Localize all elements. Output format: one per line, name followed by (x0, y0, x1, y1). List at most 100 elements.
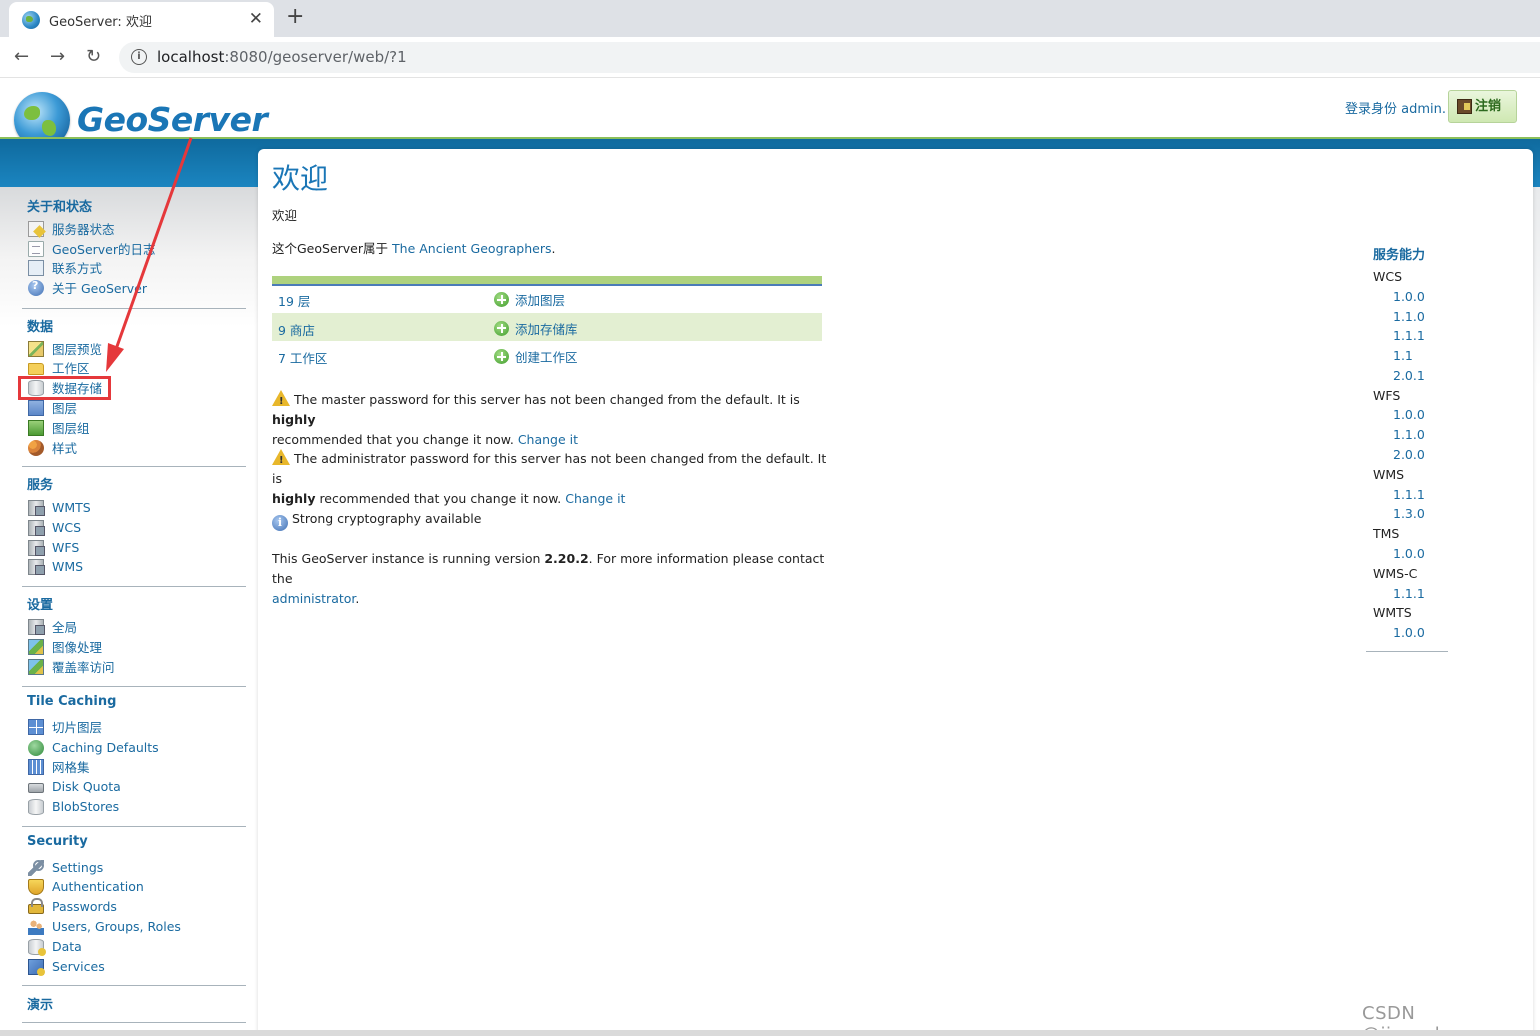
sidebar-item-layer-groups[interactable]: 图层组 (28, 418, 90, 437)
log-icon (28, 240, 44, 257)
sidebar-item-disk-quota[interactable]: Disk Quota (28, 777, 121, 796)
sidebar-item-wfs[interactable]: WFS (28, 538, 79, 557)
section-title: 设置 (27, 598, 54, 613)
sidebar-item-styles[interactable]: 样式 (28, 438, 77, 457)
layer-icon (28, 399, 44, 416)
cap-version-link[interactable]: 1.0.0 (1393, 625, 1425, 640)
site-info-icon[interactable]: i (131, 49, 147, 65)
new-tab-button[interactable]: + (286, 4, 304, 29)
cap-service-wcs: WCS (1373, 269, 1403, 284)
cap-version-link[interactable]: 1.0.0 (1393, 407, 1425, 422)
service-icon (28, 558, 45, 575)
sidebar-item-gridsets[interactable]: 网格集 (28, 757, 90, 776)
cap-service-wmsc: WMS-C (1373, 566, 1418, 581)
sidebar-item-server-status[interactable]: 服务器状态 (28, 219, 115, 238)
close-tab-icon[interactable]: ✕ (249, 9, 263, 29)
sidebar-item-users-groups-roles[interactable]: Users, Groups, Roles (28, 917, 181, 936)
sidebar-item-security-settings[interactable]: Settings (28, 858, 103, 877)
change-master-password-link[interactable]: Change it (518, 432, 578, 447)
sidebar-item-contact[interactable]: 联系方式 (28, 258, 102, 277)
style-icon (28, 439, 44, 456)
cap-version-link[interactable]: 2.0.0 (1393, 447, 1425, 462)
cap-version-link[interactable]: 1.1 (1393, 348, 1413, 363)
cap-version-link[interactable]: 1.1.0 (1393, 309, 1425, 324)
capabilities-title: 服务能力 (1373, 248, 1426, 263)
sidebar-item-coverage-access[interactable]: 覆盖率访问 (28, 657, 115, 676)
create-workspace-link[interactable]: 创建工作区 (494, 347, 578, 366)
cap-version-link[interactable]: 1.1.1 (1393, 487, 1425, 502)
sidebar-item-tile-layers[interactable]: 切片图层 (28, 717, 102, 736)
owner-line: 这个GeoServer属于 The Ancient Geographers. (272, 241, 556, 256)
service-icon (28, 539, 45, 556)
sidebar-section-settings: 设置 全局 图像处理 覆盖率访问 (22, 587, 246, 687)
back-button[interactable]: ← (14, 46, 29, 67)
section-title[interactable]: 演示 (27, 994, 53, 1013)
section-title: 关于和状态 (27, 200, 93, 215)
section-title: Tile Caching (27, 694, 117, 709)
services-security-icon (28, 958, 45, 976)
sidebar: 关于和状态 服务器状态 GeoServer的日志 联系方式 关于 GeoServ… (0, 187, 258, 1036)
summary-row-workspaces: 7 工作区 创建工作区 (272, 341, 822, 370)
gridset-icon (28, 758, 44, 775)
browser-tab[interactable]: GeoServer: 欢迎 ✕ (9, 2, 274, 37)
cap-version-link[interactable]: 1.1.1 (1393, 328, 1425, 343)
reload-button[interactable]: ↻ (86, 46, 101, 67)
cap-version-link[interactable]: 1.1.1 (1393, 586, 1425, 601)
sidebar-item-layer-preview[interactable]: 图层预览 (28, 339, 102, 358)
sidebar-item-global[interactable]: 全局 (28, 617, 77, 636)
folder-icon (28, 362, 44, 375)
sidebar-item-wcs[interactable]: WCS (28, 518, 81, 537)
wrench-icon (28, 859, 44, 876)
administrator-link[interactable]: administrator (272, 591, 355, 606)
sidebar-item-caching-defaults[interactable]: Caching Defaults (28, 738, 159, 757)
section-title: 服务 (27, 478, 54, 493)
sidebar-item-about[interactable]: 关于 GeoServer (28, 278, 147, 297)
cap-service-tms: TMS (1373, 526, 1400, 541)
sidebar-item-authentication[interactable]: Authentication (28, 877, 144, 896)
sidebar-item-workspaces[interactable]: 工作区 (28, 358, 90, 377)
sidebar-item-wmts[interactable]: WMTS (28, 498, 91, 517)
owner-link[interactable]: The Ancient Geographers (392, 241, 552, 256)
stores-count-link[interactable]: 9 商店 (278, 320, 315, 339)
sidebar-section-demos: 演示 (22, 986, 246, 1023)
warning-icon (272, 390, 290, 412)
add-store-link[interactable]: 添加存储库 (494, 319, 578, 338)
cap-version-link[interactable]: 1.3.0 (1393, 506, 1425, 521)
summary-row-layers: 19 层 添加图层 (272, 284, 822, 313)
cap-version-link[interactable]: 2.0.1 (1393, 368, 1425, 383)
change-admin-password-link[interactable]: Change it (565, 491, 625, 506)
master-password-warning: The master password for this server has … (272, 390, 832, 450)
logo-text[interactable]: GeoServer (77, 100, 268, 139)
forward-button[interactable]: → (50, 46, 65, 67)
sidebar-item-passwords[interactable]: Passwords (28, 897, 117, 916)
address-bar[interactable]: i localhost:8080/geoserver/web/?1 (119, 42, 1540, 73)
page-title: 欢迎 (272, 162, 329, 195)
sidebar-item-layers[interactable]: 图层 (28, 398, 77, 417)
workspaces-count-link[interactable]: 7 工作区 (278, 348, 327, 367)
layers-count-link[interactable]: 19 层 (278, 291, 310, 310)
catalog-summary-table: 19 层 添加图层 9 商店 添加存储库 7 工作区 创建工作区 (272, 276, 822, 370)
cap-version-link[interactable]: 1.0.0 (1393, 289, 1425, 304)
logout-button[interactable]: 注销 (1448, 90, 1517, 123)
sidebar-item-wms[interactable]: WMS (28, 557, 83, 576)
disk-icon (28, 783, 44, 793)
layer-group-icon (28, 419, 44, 436)
sidebar-section-security: Security Settings Authentication Passwor… (22, 827, 246, 986)
sidebar-item-blobstores[interactable]: BlobStores (28, 797, 119, 816)
cap-version-link[interactable]: 1.1.0 (1393, 427, 1425, 442)
users-icon (28, 918, 44, 935)
sidebar-item-image-processing[interactable]: 图像处理 (28, 637, 102, 656)
tab-title: GeoServer: 欢迎 (49, 15, 152, 30)
cap-service-wmts: WMTS (1373, 605, 1412, 620)
cap-version-link[interactable]: 1.0.0 (1393, 546, 1425, 561)
add-layer-link[interactable]: 添加图层 (494, 290, 565, 309)
service-icon (28, 519, 45, 536)
blobstore-icon (28, 798, 44, 815)
cap-service-wms: WMS (1373, 467, 1405, 482)
url-text: localhost:8080/geoserver/web/?1 (157, 48, 407, 66)
logout-icon (1457, 99, 1472, 114)
sidebar-item-data-security[interactable]: Data (28, 937, 82, 956)
sidebar-item-services-security[interactable]: Services (28, 957, 105, 976)
sidebar-item-logs[interactable]: GeoServer的日志 (28, 239, 156, 258)
browser-tab-bar: GeoServer: 欢迎 ✕ + (0, 0, 1540, 37)
